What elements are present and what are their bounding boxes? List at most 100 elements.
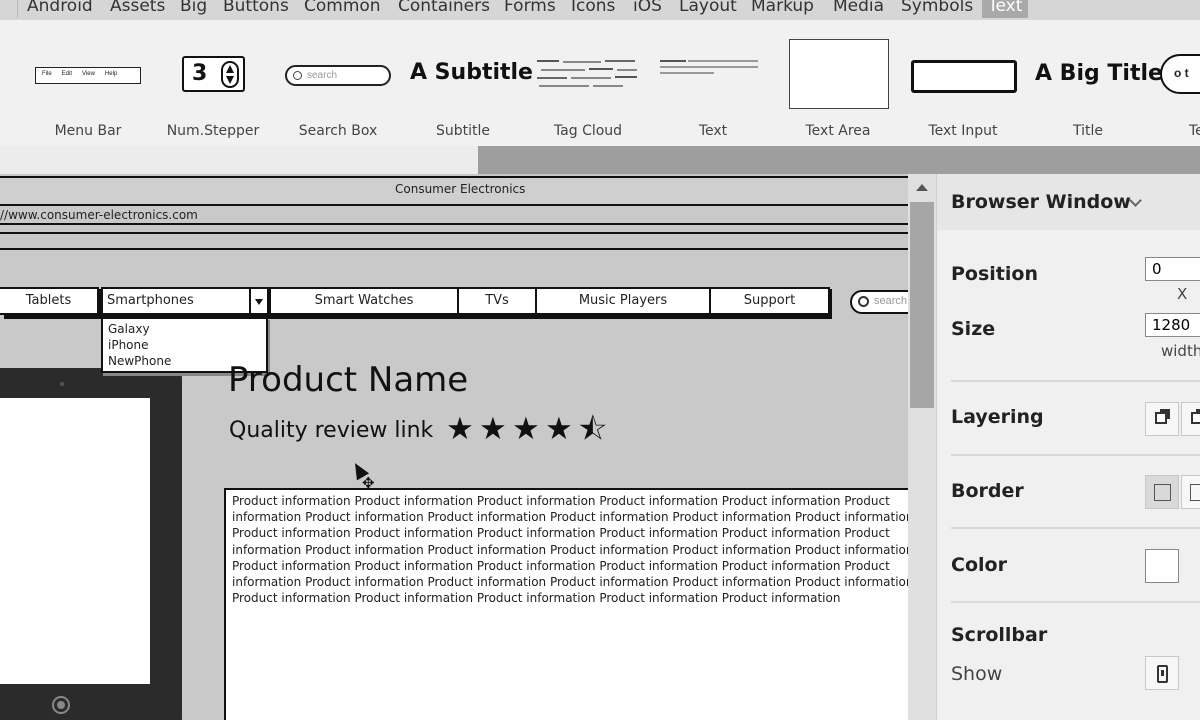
star-half-icon: ⯪ xyxy=(578,411,608,447)
library-item-label: Subtitle xyxy=(435,123,491,139)
subtitle-thumbnail: A Subtitle xyxy=(410,60,533,85)
library-item-label: Text Input xyxy=(928,123,998,139)
text-area-thumbnail xyxy=(789,39,889,109)
library-scrollbar-thumb[interactable] xyxy=(478,146,1200,174)
scrollbar-thumb[interactable] xyxy=(910,202,934,408)
tab-android[interactable]: Android xyxy=(21,0,99,18)
design-canvas[interactable]: Consumer Electronics //www.consumer-elec… xyxy=(0,174,908,720)
library-item-label: Tag Cloud xyxy=(553,123,623,139)
star-filled-icon: ★ xyxy=(479,411,507,447)
browser-window-title: Consumer Electronics xyxy=(395,182,526,196)
size-width-input[interactable] xyxy=(1145,313,1200,337)
scroll-up-icon[interactable] xyxy=(916,184,928,191)
stepper-arrows-icon xyxy=(221,61,239,88)
tab-text[interactable]: Text xyxy=(982,0,1029,18)
search-placeholder: search xyxy=(874,295,908,307)
menubar-item: File xyxy=(42,71,52,77)
nav-item-tablets[interactable]: Tablets xyxy=(0,287,99,315)
nav-item-music-players[interactable]: Music Players xyxy=(535,287,711,315)
search-icon xyxy=(293,71,302,80)
divider xyxy=(951,527,1200,529)
home-button-icon xyxy=(52,696,70,714)
product-information-text[interactable]: Product information Product information … xyxy=(224,488,908,720)
star-rating[interactable]: ★ ★ ★ ★ ⯪ xyxy=(446,411,608,447)
device-screen xyxy=(0,398,150,684)
title-thumbnail: A Big Title xyxy=(1035,61,1163,86)
search-placeholder: search xyxy=(307,70,338,81)
tablet-device[interactable] xyxy=(0,368,182,720)
scrollbar-label: Scrollbar xyxy=(951,624,1048,646)
browser-window-titlebar[interactable]: Consumer Electronics xyxy=(0,176,908,206)
search-icon xyxy=(858,296,869,307)
tag-cloud-thumbnail xyxy=(537,58,641,92)
border-square-button[interactable] xyxy=(1145,475,1179,509)
nav-item-tvs[interactable]: TVs xyxy=(457,287,537,315)
library-item-label: Te xyxy=(1189,123,1200,139)
library-item-label: Title xyxy=(1072,123,1103,139)
library-item-label: Menu Bar xyxy=(54,123,122,139)
canvas-vertical-scrollbar[interactable] xyxy=(908,174,936,720)
dropdown-option-iphone[interactable]: iPhone xyxy=(108,337,261,353)
chevron-down-icon[interactable] xyxy=(249,289,267,313)
send-backward-button[interactable] xyxy=(1181,402,1200,436)
divider xyxy=(951,601,1200,603)
canvas-search-box[interactable]: search xyxy=(850,290,908,314)
library-item-label: Search Box xyxy=(298,123,378,139)
library-item-label: Num.Stepper xyxy=(166,123,260,139)
scrollbar-show-toggle[interactable] xyxy=(1145,656,1179,690)
category-tab-bar: Android Assets Big Buttons Common Contai… xyxy=(0,0,1200,20)
stepper-value: 3 xyxy=(192,61,208,86)
tab-containers[interactable]: Containers xyxy=(392,0,496,18)
star-filled-icon: ★ xyxy=(512,411,540,447)
dropdown-option-galaxy[interactable]: Galaxy xyxy=(108,321,261,337)
size-width-hint: width xyxy=(1161,342,1200,360)
bring-forward-icon xyxy=(1155,412,1167,424)
tab-layout[interactable]: Layout xyxy=(673,0,743,18)
menubar-item: Help xyxy=(104,71,118,77)
library-item-text[interactable]: Text xyxy=(650,20,776,146)
layering-label: Layering xyxy=(951,406,1044,428)
color-swatch[interactable] xyxy=(1145,549,1179,583)
menubar-item: View xyxy=(82,71,95,77)
tab-separator xyxy=(17,0,18,18)
inspector-header[interactable]: Browser Window xyxy=(937,174,1200,230)
scrollbar-icon xyxy=(1157,665,1168,683)
library-item-label: Text Area xyxy=(805,123,871,139)
position-label: Position xyxy=(951,263,1038,285)
position-x-hint: X xyxy=(1177,285,1188,303)
product-name[interactable]: Product Name xyxy=(228,360,468,400)
library-item-label: Text xyxy=(698,123,728,139)
tab-buttons[interactable]: Buttons xyxy=(217,0,295,18)
tab-big[interactable]: Big xyxy=(174,0,213,18)
tab-icons[interactable]: Icons xyxy=(565,0,621,18)
nav-item-support[interactable]: Support xyxy=(709,287,830,315)
tab-ios[interactable]: iOS xyxy=(627,0,668,18)
nav-item-smartphones[interactable]: Smartphones xyxy=(101,287,269,315)
send-backward-icon xyxy=(1191,412,1200,424)
menubar-item: Edit xyxy=(61,71,73,77)
chevron-down-icon[interactable] xyxy=(1129,194,1142,207)
scrollbar-show-label: Show xyxy=(951,663,1003,685)
tab-assets[interactable]: Assets xyxy=(104,0,171,18)
browser-address-bar[interactable]: //www.consumer-electronics.com xyxy=(0,207,908,225)
position-x-input[interactable] xyxy=(1145,257,1200,281)
speech-bubble-thumbnail: o t xyxy=(1160,54,1200,94)
tab-common[interactable]: Common xyxy=(298,0,387,18)
tab-forms[interactable]: Forms xyxy=(498,0,562,18)
nav-item-label: Smartphones xyxy=(107,293,194,308)
border-square-icon xyxy=(1154,484,1171,501)
tab-markup[interactable]: Markup xyxy=(745,0,820,18)
quality-review-link[interactable]: Quality review link xyxy=(229,418,433,443)
border-style-button[interactable] xyxy=(1181,475,1200,509)
property-inspector: Browser Window Position X Size width Lay… xyxy=(936,174,1200,720)
tab-media[interactable]: Media xyxy=(827,0,890,18)
num-stepper-thumbnail: 3 xyxy=(182,56,245,92)
star-filled-icon: ★ xyxy=(545,411,573,447)
component-library: Menu Bar File Edit View Help Num.Stepper… xyxy=(0,20,1200,146)
nav-item-smart-watches[interactable]: Smart Watches xyxy=(269,287,459,315)
size-label: Size xyxy=(951,318,996,340)
star-filled-icon: ★ xyxy=(446,411,474,447)
divider xyxy=(951,454,1200,456)
tab-symbols[interactable]: Symbols xyxy=(895,0,979,18)
bring-forward-button[interactable] xyxy=(1145,402,1179,436)
